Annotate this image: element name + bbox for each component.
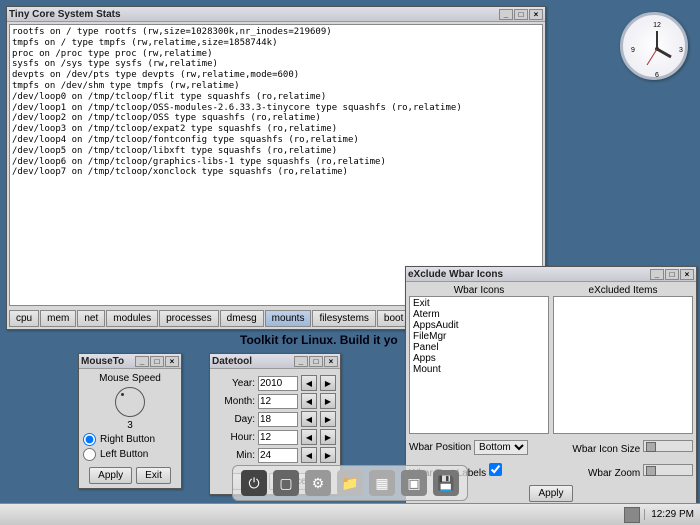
maximize-icon[interactable]: □	[150, 356, 164, 367]
list-item[interactable]: Exit	[411, 298, 547, 309]
tray-icon[interactable]	[624, 507, 640, 523]
mouse-window: MouseTo _ □ × Mouse Speed 3 Right Button…	[78, 353, 182, 489]
analog-clock: 12 3 6 9	[620, 12, 688, 80]
mouse-exit-button[interactable]: Exit	[136, 467, 171, 484]
mouse-apply-button[interactable]: Apply	[89, 467, 132, 484]
minimize-icon[interactable]: _	[499, 9, 513, 20]
dock-icon-mount[interactable]: 💾	[433, 470, 459, 496]
increase-icon[interactable]: ▶	[320, 411, 336, 427]
mouse-title: MouseTo	[81, 356, 135, 367]
wbar-position-select[interactable]: Bottom	[474, 440, 528, 455]
decrease-icon[interactable]: ◀	[301, 411, 317, 427]
minimize-icon[interactable]: _	[135, 356, 149, 367]
date-title: Datetool	[212, 356, 294, 367]
svg-text:6: 6	[655, 72, 659, 79]
increase-icon[interactable]: ▶	[320, 447, 336, 463]
maximize-icon[interactable]: □	[665, 269, 679, 280]
svg-text:3: 3	[679, 47, 683, 54]
wbar-col1-header: Wbar Icons	[409, 285, 549, 296]
maximize-icon[interactable]: □	[309, 356, 323, 367]
dock-icon-terminal[interactable]: ▢	[273, 470, 299, 496]
minimize-icon[interactable]: _	[650, 269, 664, 280]
tab-mounts[interactable]: mounts	[265, 310, 312, 327]
dock-icon-apps[interactable]: ▣	[401, 470, 427, 496]
date-hour-input[interactable]	[258, 430, 298, 445]
list-item[interactable]: Panel	[411, 342, 547, 353]
left-button-radio[interactable]	[83, 448, 96, 461]
decrease-icon[interactable]: ◀	[301, 393, 317, 409]
increase-icon[interactable]: ▶	[320, 393, 336, 409]
decrease-icon[interactable]: ◀	[301, 429, 317, 445]
date-year-input[interactable]	[258, 376, 298, 391]
dock-icon-filemgr[interactable]: 📁	[337, 470, 363, 496]
tab-processes[interactable]: processes	[159, 310, 219, 327]
date-month-input[interactable]	[258, 394, 298, 409]
list-item[interactable]: Apps	[411, 353, 547, 364]
wbar-apply-button[interactable]: Apply	[529, 485, 572, 502]
wbar-icons-list[interactable]: ExitAtermAppsAuditFileMgrPanelAppsMount	[409, 296, 549, 434]
dock: ⏻ ▢ ⚙ 📁 ▦ ▣ 💾	[232, 465, 468, 501]
close-icon[interactable]: ×	[680, 269, 694, 280]
stats-output[interactable]: rootfs on / type rootfs (rw,size=1028300…	[9, 24, 543, 306]
close-icon[interactable]: ×	[529, 9, 543, 20]
svg-text:9: 9	[631, 47, 635, 54]
mouse-titlebar[interactable]: MouseTo _ □ ×	[79, 354, 181, 369]
close-icon[interactable]: ×	[324, 356, 338, 367]
list-item[interactable]: Aterm	[411, 309, 547, 320]
right-button-radio[interactable]	[83, 433, 96, 446]
taskbar-clock[interactable]: 12:29 PM	[644, 509, 700, 520]
tab-mem[interactable]: mem	[40, 310, 76, 327]
wbar-title: eXclude Wbar Icons	[408, 269, 650, 280]
list-item[interactable]: FileMgr	[411, 331, 547, 342]
tab-filesystems[interactable]: filesystems	[312, 310, 375, 327]
dock-icon-panel[interactable]: ▦	[369, 470, 395, 496]
dock-icon-settings[interactable]: ⚙	[305, 470, 331, 496]
tab-dmesg[interactable]: dmesg	[220, 310, 264, 327]
mouse-dial[interactable]	[115, 387, 145, 417]
decrease-icon[interactable]: ◀	[301, 375, 317, 391]
list-item[interactable]: AppsAudit	[411, 320, 547, 331]
mouse-speed-label: Mouse Speed	[83, 373, 177, 384]
svg-text:12: 12	[653, 22, 661, 29]
mouse-speed-value: 3	[83, 420, 177, 431]
date-day-input[interactable]	[258, 412, 298, 427]
stats-titlebar[interactable]: Tiny Core System Stats _ □ ×	[7, 7, 545, 22]
minimize-icon[interactable]: _	[294, 356, 308, 367]
date-titlebar[interactable]: Datetool _ □ ×	[210, 354, 340, 369]
wbar-size-slider[interactable]	[643, 440, 693, 452]
tab-modules[interactable]: modules	[106, 310, 158, 327]
increase-icon[interactable]: ▶	[320, 375, 336, 391]
maximize-icon[interactable]: □	[514, 9, 528, 20]
tab-net[interactable]: net	[77, 310, 105, 327]
dock-icon-exit[interactable]: ⏻	[241, 470, 267, 496]
description-text: Toolkit for Linux. Build it yo	[240, 333, 398, 347]
wbar-zoom-slider[interactable]	[643, 464, 693, 476]
wbar-text-checkbox[interactable]	[489, 463, 502, 476]
decrease-icon[interactable]: ◀	[301, 447, 317, 463]
wbar-titlebar[interactable]: eXclude Wbar Icons _ □ ×	[406, 267, 696, 282]
close-icon[interactable]: ×	[165, 356, 179, 367]
wbar-excluded-list[interactable]	[553, 296, 693, 434]
wbar-col2-header: eXcluded Items	[553, 285, 693, 296]
date-min-input[interactable]	[258, 448, 298, 463]
list-item[interactable]: Mount	[411, 364, 547, 375]
increase-icon[interactable]: ▶	[320, 429, 336, 445]
stats-title: Tiny Core System Stats	[9, 9, 499, 20]
taskbar: 12:29 PM	[0, 503, 700, 525]
tab-cpu[interactable]: cpu	[9, 310, 39, 327]
